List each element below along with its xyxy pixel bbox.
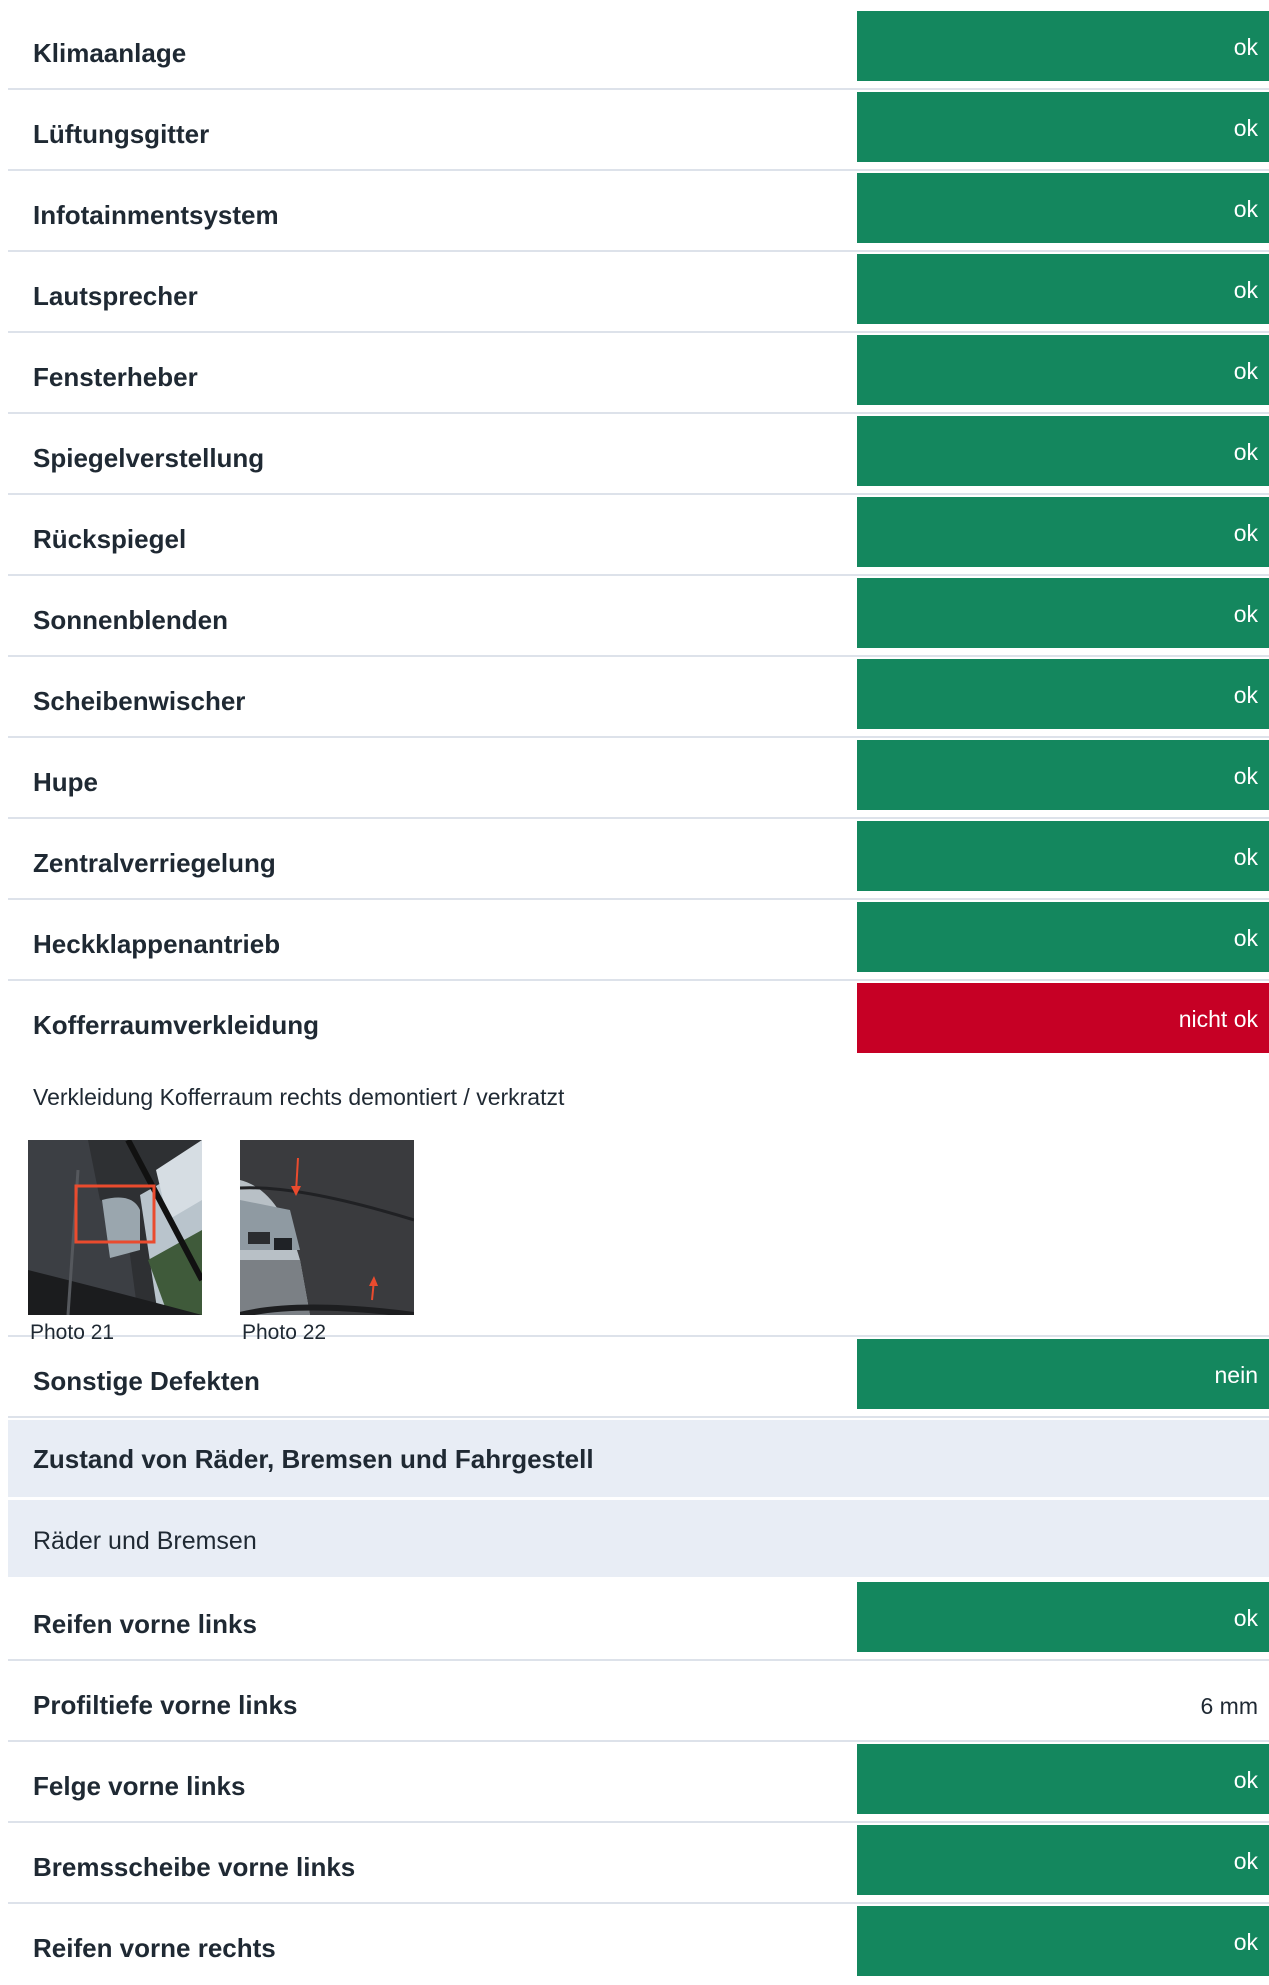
- check-label: Lautsprecher: [33, 281, 198, 311]
- check-row-bremsscheibe-vorne-links: Bremsscheibe vorne links ok: [8, 1825, 1269, 1904]
- check-row-kofferraumverkleidung: Kofferraumverkleidung nicht ok: [8, 983, 1269, 1060]
- check-label: Fensterheber: [33, 362, 198, 392]
- status-badge-ok: ok: [857, 1582, 1269, 1652]
- status-badge-ok: ok: [857, 1906, 1269, 1976]
- status-badge-ok: ok: [857, 902, 1269, 972]
- check-label: Scheibenwischer: [33, 686, 246, 716]
- check-label: Bremsscheibe vorne links: [33, 1852, 356, 1882]
- check-row-sonnenblenden: Sonnenblenden ok: [8, 578, 1269, 657]
- status-badge-ok: ok: [857, 578, 1269, 648]
- check-row-hupe: Hupe ok: [8, 740, 1269, 819]
- status-badge-ok: ok: [857, 821, 1269, 891]
- check-label: Klimaanlage: [33, 38, 187, 68]
- section-header: Zustand von Räder, Bremsen und Fahrgeste…: [8, 1420, 1269, 1497]
- status-badge-ok: ok: [857, 254, 1269, 324]
- status-badge-ok: ok: [857, 1825, 1269, 1895]
- status-badge-ok: ok: [857, 659, 1269, 729]
- section-title: Zustand von Räder, Bremsen und Fahrgeste…: [33, 1444, 594, 1474]
- check-row-profiltiefe-vorne-links: Profiltiefe vorne links 6 mm: [8, 1663, 1269, 1742]
- status-badge-ok: ok: [857, 173, 1269, 243]
- check-row-scheibenwischer: Scheibenwischer ok: [8, 659, 1269, 738]
- check-row-zentralverriegelung: Zentralverriegelung ok: [8, 821, 1269, 900]
- check-label: Sonnenblenden: [33, 605, 228, 635]
- check-row-fensterheber: Fensterheber ok: [8, 335, 1269, 414]
- status-badge-ok: ok: [857, 740, 1269, 810]
- check-label: Reifen vorne links: [33, 1609, 257, 1639]
- check-row-reifen-vorne-rechts: Reifen vorne rechts ok: [8, 1906, 1269, 1983]
- check-row-klimaanlage: Klimaanlage ok: [8, 11, 1269, 90]
- check-label: Infotainmentsystem: [33, 200, 279, 230]
- status-badge-ok: ok: [857, 1744, 1269, 1814]
- check-row-sonstige-defekten: Sonstige Defekten nein: [8, 1339, 1269, 1418]
- check-label: Zentralverriegelung: [33, 848, 276, 878]
- status-badge-ok: ok: [857, 416, 1269, 486]
- check-label: Hupe: [33, 767, 98, 797]
- inspection-report: Klimaanlage ok Lüftungsgitter ok Infotai…: [8, 11, 1269, 1985]
- check-row-reifen-vorne-links: Reifen vorne links ok: [8, 1582, 1269, 1661]
- check-label: Felge vorne links: [33, 1771, 246, 1801]
- check-label: Rückspiegel: [33, 524, 187, 554]
- status-badge-ok: ok: [857, 335, 1269, 405]
- check-label: Heckklappenantrieb: [33, 929, 281, 959]
- status-badge-ok: ok: [857, 11, 1269, 81]
- check-row-heckklappenantrieb: Heckklappenantrieb ok: [8, 902, 1269, 981]
- check-row-lueftungsgitter: Lüftungsgitter ok: [8, 92, 1269, 171]
- check-label: Profiltiefe vorne links: [33, 1690, 298, 1720]
- defect-details: Verkleidung Kofferraum rechts demontiert…: [8, 1052, 1269, 1344]
- check-row-spiegelverstellung: Spiegelverstellung ok: [8, 416, 1269, 495]
- measurement-value: 6 mm: [1200, 1693, 1259, 1719]
- check-row-rueckspiegel: Rückspiegel ok: [8, 497, 1269, 576]
- subsection-header: Räder und Bremsen: [8, 1500, 1269, 1577]
- check-row-felge-vorne-links: Felge vorne links ok: [8, 1744, 1269, 1823]
- photo-thumbnail[interactable]: Photo 22: [240, 1140, 415, 1346]
- status-badge-ok: ok: [857, 92, 1269, 162]
- check-label: Kofferraumverkleidung: [33, 1010, 320, 1040]
- check-row-lautsprecher: Lautsprecher ok: [8, 254, 1269, 333]
- status-badge-ok: ok: [857, 497, 1269, 567]
- defect-note: Verkleidung Kofferraum rechts demontiert…: [33, 1084, 565, 1110]
- check-label: Spiegelverstellung: [33, 443, 265, 473]
- check-label: Lüftungsgitter: [33, 119, 210, 149]
- photo-21-image[interactable]: [28, 1140, 202, 1315]
- photo-22-image[interactable]: [240, 1140, 414, 1315]
- photo-thumbnail[interactable]: Photo 21: [28, 1140, 203, 1346]
- check-row-infotainmentsystem: Infotainmentsystem ok: [8, 173, 1269, 252]
- check-label: Sonstige Defekten: [33, 1366, 260, 1396]
- status-badge-ok: nein: [857, 1339, 1269, 1409]
- subsection-title: Räder und Bremsen: [33, 1527, 257, 1555]
- status-badge-not-ok: nicht ok: [857, 983, 1269, 1053]
- check-label: Reifen vorne rechts: [33, 1933, 276, 1963]
